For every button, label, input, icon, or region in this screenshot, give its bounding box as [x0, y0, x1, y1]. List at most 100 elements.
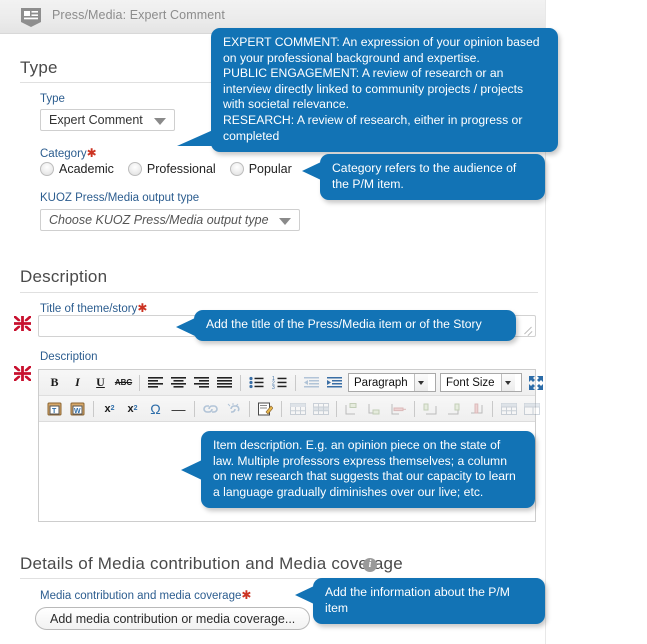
description-field-label: Description — [40, 351, 98, 363]
editor-toolbar-row-2: T W x2 x2 Ω — — [39, 396, 540, 422]
edit-source-icon[interactable] — [255, 398, 276, 419]
media-contribution-field-label: Media contribution and media coverage✱ — [40, 588, 251, 602]
add-media-contribution-button[interactable]: Add media contribution or media coverage… — [35, 607, 311, 630]
svg-text:3: 3 — [272, 385, 275, 389]
insert-column-after-icon[interactable] — [443, 398, 464, 419]
split-cell-icon[interactable] — [498, 398, 519, 419]
category-radio-label: Academic — [59, 162, 114, 176]
callout-title: Add the title of the Press/Media item or… — [176, 310, 516, 341]
callout-description: Item description. E.g. an opinion piece … — [181, 431, 535, 509]
window-title: Press/Media: Expert Comment — [52, 8, 225, 22]
callout-tail — [302, 162, 321, 180]
category-radio-academic[interactable]: Academic — [40, 162, 114, 176]
chevron-down-icon — [154, 118, 166, 125]
category-radio-label: Professional — [146, 162, 216, 176]
table-row-props-icon[interactable] — [310, 398, 331, 419]
insert-column-before-icon[interactable] — [420, 398, 441, 419]
merge-cell-icon[interactable] — [521, 398, 542, 419]
media-contribution-label-text: Media contribution and media coverage — [40, 590, 242, 602]
paste-as-text-icon[interactable]: T — [44, 398, 65, 419]
indent-icon[interactable] — [324, 372, 345, 393]
callout-description-text: Item description. E.g. an opinion piece … — [213, 438, 516, 499]
category-radio-label: Popular — [248, 162, 292, 176]
horizontal-rule-icon[interactable]: — — [168, 398, 189, 419]
editor-toolbar-row-1: B I U ABC 1 2 3 Paragraph Font Size — [39, 370, 543, 396]
toolbar-separator — [240, 374, 241, 391]
callout-category: Category refers to the audience of the P… — [302, 154, 545, 201]
bullet-list-icon[interactable] — [246, 372, 267, 393]
category-field-label: Category✱ — [40, 146, 97, 160]
unlink-icon[interactable] — [223, 398, 244, 419]
paragraph-format-select[interactable]: Paragraph — [348, 373, 436, 392]
type-select[interactable]: Expert Comment — [40, 109, 175, 131]
title-required-marker: ✱ — [137, 301, 148, 315]
paragraph-format-value: Paragraph — [354, 376, 408, 389]
chevron-down-icon — [279, 218, 291, 225]
callout-tail — [177, 130, 213, 147]
insert-row-after-icon[interactable] — [365, 398, 386, 419]
title-field-label: Title of theme/story✱ — [40, 301, 147, 315]
category-radio-professional[interactable]: Professional — [127, 162, 216, 176]
toolbar-separator — [93, 400, 94, 417]
italic-icon[interactable]: I — [67, 372, 88, 393]
resize-grip-icon[interactable] — [523, 324, 533, 334]
align-justify-icon[interactable] — [214, 372, 235, 393]
special-character-icon[interactable]: Ω — [145, 398, 166, 419]
category-required-marker: ✱ — [86, 146, 97, 160]
kuoz-select-value: Choose KUOZ Press/Media output type — [49, 213, 269, 227]
info-icon[interactable]: i — [363, 558, 377, 572]
category-radio-group: Academic Professional Popular — [40, 162, 306, 176]
fullscreen-icon[interactable] — [525, 372, 546, 393]
delete-column-icon[interactable] — [466, 398, 487, 419]
subscript-icon[interactable]: x2 — [99, 398, 120, 419]
callout-type-text: EXPERT COMMENT: An expression of your op… — [223, 35, 540, 143]
press-media-icon — [21, 8, 41, 27]
bold-icon[interactable]: B — [44, 372, 65, 393]
type-select-value: Expert Comment — [49, 113, 143, 127]
insert-table-icon[interactable] — [287, 398, 308, 419]
callout-details-text: Add the information about the P/M item — [325, 585, 510, 615]
insert-row-before-icon[interactable] — [342, 398, 363, 419]
toolbar-separator — [194, 400, 195, 417]
category-radio-popular[interactable]: Popular — [229, 162, 292, 176]
delete-row-icon[interactable] — [388, 398, 409, 419]
kuoz-select[interactable]: Choose KUOZ Press/Media output type — [40, 209, 300, 231]
callout-category-text: Category refers to the audience of the P… — [332, 161, 517, 191]
callout-title-text: Add the title of the Press/Media item or… — [206, 317, 482, 331]
font-size-select[interactable]: Font Size — [440, 373, 522, 392]
radio-icon — [229, 162, 244, 176]
callout-tail — [176, 318, 195, 336]
insert-link-icon[interactable] — [200, 398, 221, 419]
radio-icon — [127, 162, 142, 176]
font-size-value: Font Size — [446, 376, 495, 389]
strikethrough-icon[interactable]: ABC — [113, 372, 134, 393]
toolbar-separator — [492, 400, 493, 417]
superscript-icon[interactable]: x2 — [122, 398, 143, 419]
section-heading-details: Details of Media contribution and Media … — [20, 554, 403, 573]
underline-icon[interactable]: U — [90, 372, 111, 393]
paste-from-word-icon[interactable]: W — [67, 398, 88, 419]
outdent-icon[interactable] — [301, 372, 322, 393]
radio-icon — [40, 162, 54, 176]
uk-flag-icon — [13, 315, 32, 332]
chevron-down-icon — [500, 374, 515, 391]
toolbar-separator — [336, 400, 337, 417]
callout-tail — [181, 459, 202, 480]
svg-text:W: W — [74, 408, 81, 415]
toolbar-separator — [139, 374, 140, 391]
type-field-label: Type — [40, 93, 65, 105]
screenshot-root: Press/Media: Expert Comment Type Type Ex… — [0, 0, 647, 644]
uk-flag-icon — [13, 365, 32, 382]
section-heading-type: Type — [20, 58, 58, 77]
numbered-list-icon[interactable]: 123 — [269, 372, 290, 393]
align-left-icon[interactable] — [145, 372, 166, 393]
chevron-down-icon — [413, 374, 428, 391]
category-label-text: Category — [40, 148, 87, 160]
callout-details: Add the information about the P/M item — [295, 578, 545, 625]
toolbar-separator — [281, 400, 282, 417]
align-right-icon[interactable] — [191, 372, 212, 393]
align-center-icon[interactable] — [168, 372, 189, 393]
media-contribution-required-marker: ✱ — [241, 588, 252, 602]
svg-text:T: T — [52, 408, 57, 415]
toolbar-separator — [414, 400, 415, 417]
